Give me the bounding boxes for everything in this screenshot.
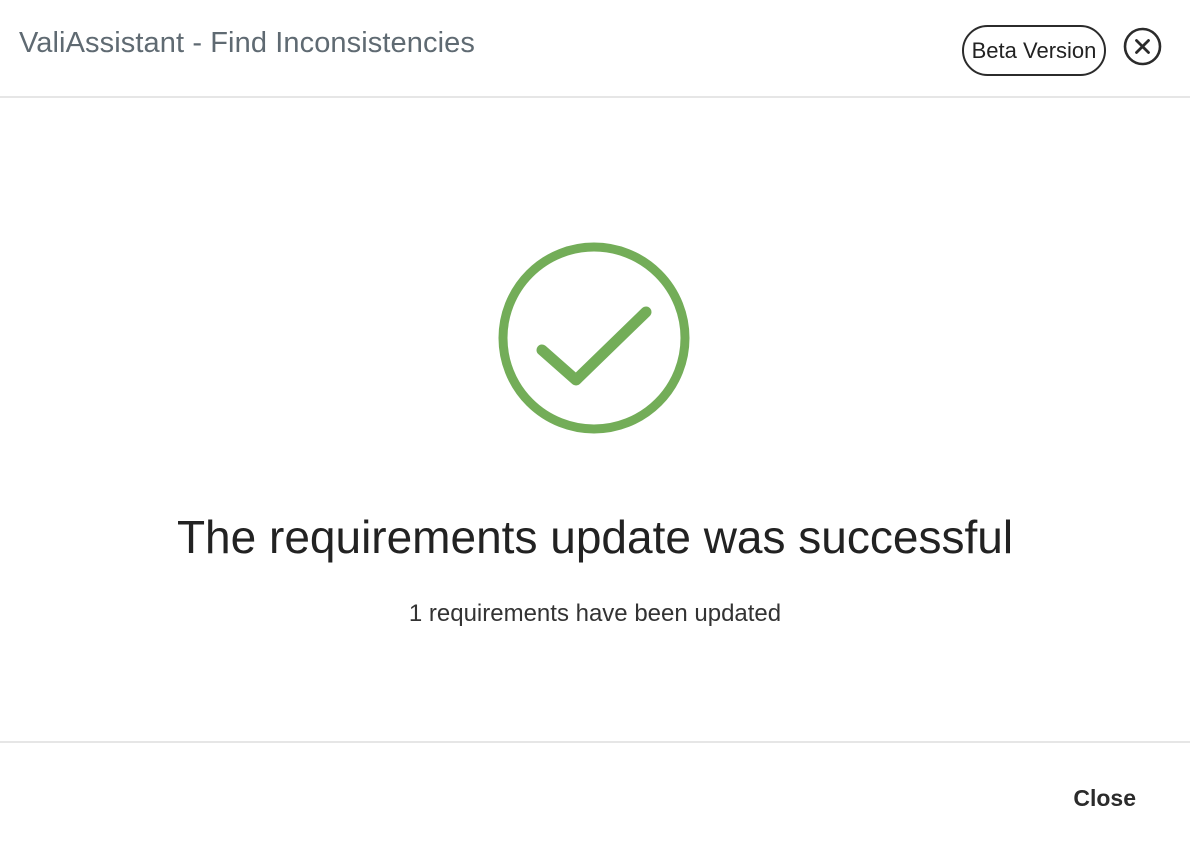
dialog-title: ValiAssistant - Find Inconsistencies: [19, 27, 475, 59]
success-detail: 1 requirements have been updated: [408, 600, 782, 627]
dialog-body: The requirements update was successful 1…: [0, 100, 1190, 741]
success-check-icon: [496, 240, 692, 436]
dialog-footer: Close: [0, 741, 1190, 852]
dialog-header: ValiAssistant - Find Inconsistencies Bet…: [0, 0, 1190, 98]
close-button[interactable]: Close: [1073, 785, 1136, 812]
success-dialog: ValiAssistant - Find Inconsistencies Bet…: [0, 0, 1190, 852]
success-headline: The requirements update was successful: [176, 511, 1014, 563]
close-icon[interactable]: [1123, 27, 1162, 66]
beta-version-badge: Beta Version: [962, 25, 1106, 76]
